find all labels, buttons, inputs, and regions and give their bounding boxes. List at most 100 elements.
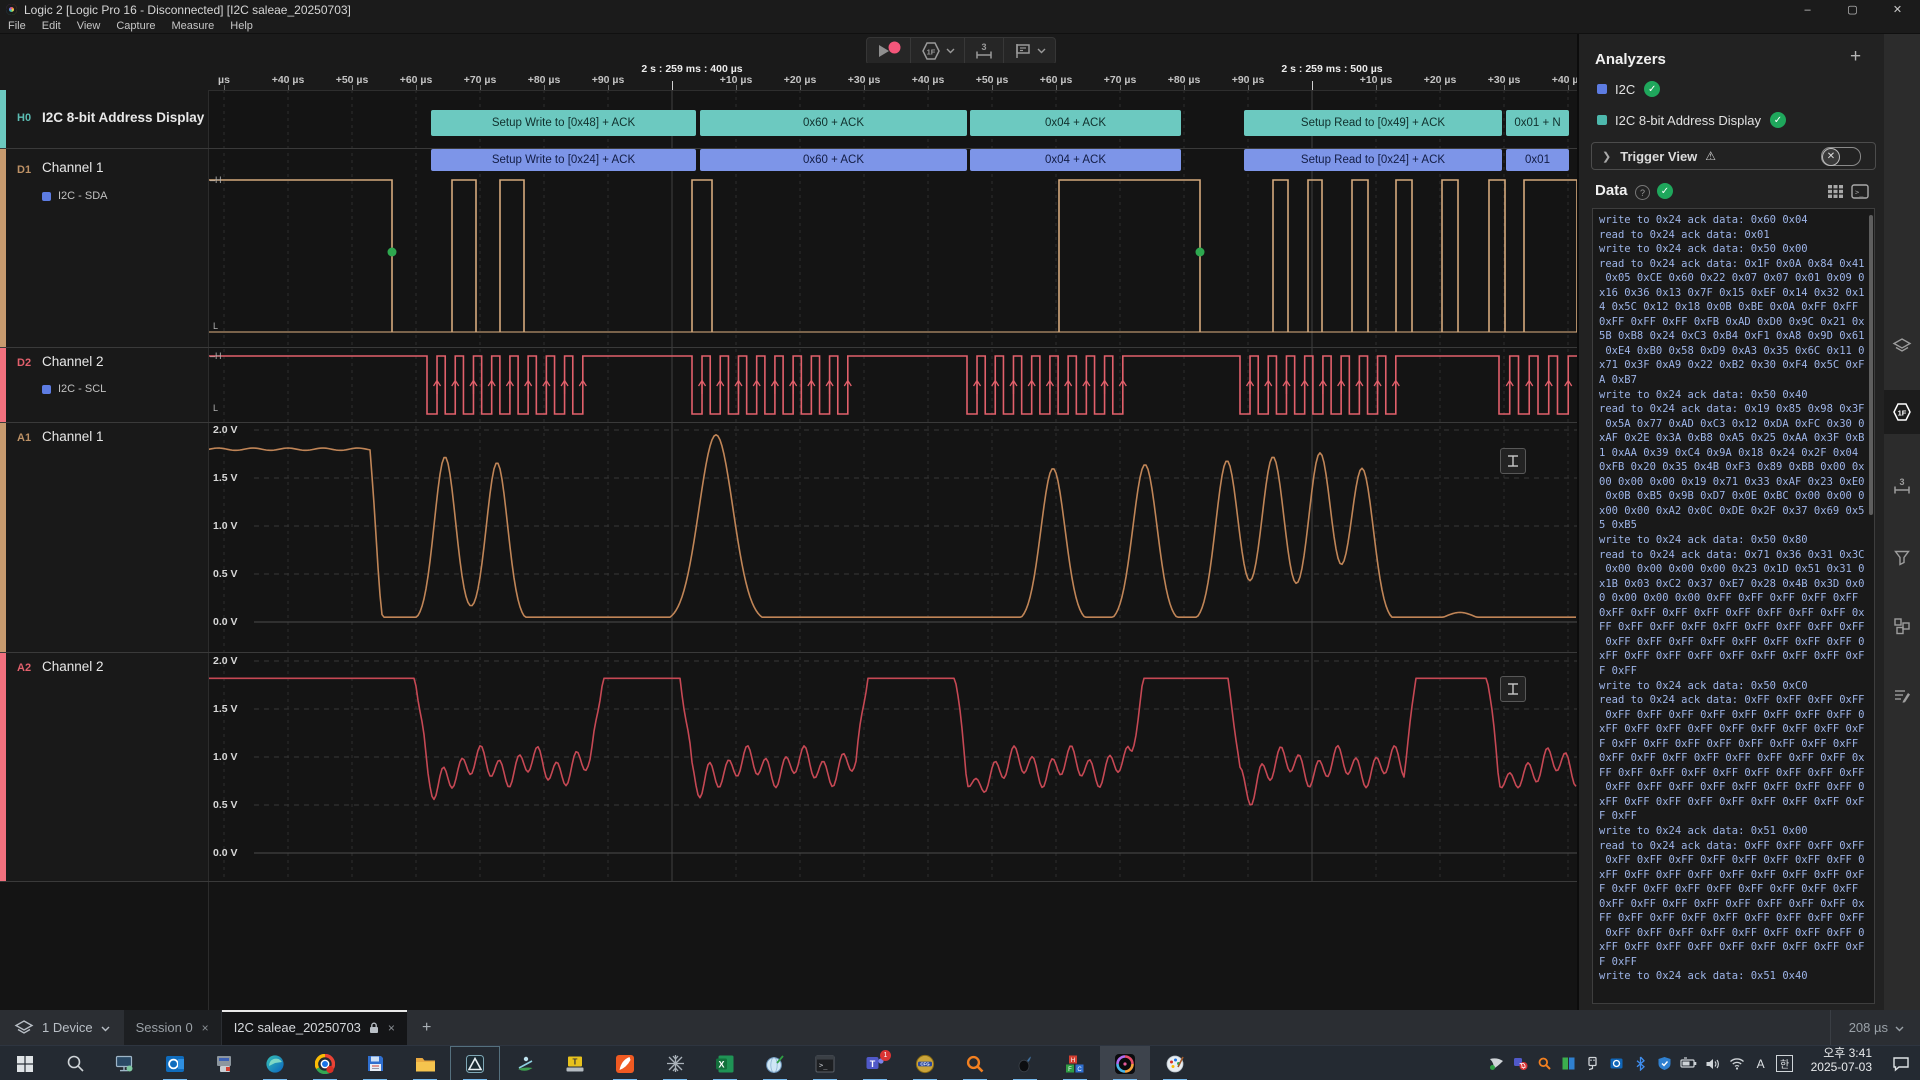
- device-logo-icon[interactable]: [1884, 324, 1920, 368]
- measure-icon[interactable]: 3: [1884, 464, 1920, 508]
- measurement-button[interactable]: 3: [965, 38, 1003, 64]
- data-log-scrollbar-thumb[interactable]: [1869, 215, 1873, 515]
- channel-label-d2[interactable]: D2Channel 2I2C - SCL: [0, 347, 208, 422]
- close-button[interactable]: ✕: [1875, 0, 1920, 19]
- i2c-frame-bar[interactable]: Setup Write to [0x24] + ACK: [431, 149, 696, 171]
- row-separator: [0, 652, 1577, 653]
- channel-label-d1[interactable]: D1Channel 1I2C - SDA: [0, 148, 208, 347]
- minimize-button[interactable]: –: [1785, 0, 1830, 19]
- data-log[interactable]: write to 0x24 ack data: 0x60 0x04 read t…: [1592, 208, 1875, 1004]
- taskbar-app-blocks-app[interactable]: HFC: [1050, 1046, 1100, 1080]
- extensions-icon[interactable]: [1884, 604, 1920, 648]
- channel-label-a1[interactable]: A1Channel 1: [0, 422, 208, 652]
- channel-label-a2[interactable]: A2Channel 2: [0, 652, 208, 881]
- trigger-view-row[interactable]: ❯ Trigger View ⚠ ✕: [1591, 142, 1876, 170]
- maximize-button[interactable]: ▢: [1830, 0, 1875, 19]
- taskbar-app-terminal[interactable]: >_: [800, 1046, 850, 1080]
- taskbar-app-setup-tool[interactable]: [200, 1046, 250, 1080]
- tray-shield-icon[interactable]: [1653, 1056, 1677, 1071]
- menu-measure[interactable]: Measure: [164, 20, 223, 32]
- i2c-frame-bar[interactable]: 0x01: [1506, 149, 1569, 171]
- analyzer-item-i2c[interactable]: I2C✓: [1597, 81, 1660, 97]
- taskbar-app-excel[interactable]: X: [700, 1046, 750, 1080]
- decoded-address-bar[interactable]: 0x04 + ACK: [970, 110, 1181, 136]
- terminal-view-icon[interactable]: >_: [1851, 184, 1869, 204]
- analyzer-item-i2c-8bit-display[interactable]: I2C 8-bit Address Display✓: [1597, 112, 1786, 128]
- record-icon[interactable]: [888, 41, 901, 54]
- display-radix-button[interactable]: 1F: [911, 38, 964, 64]
- table-view-icon[interactable]: [1827, 184, 1844, 204]
- device-selector[interactable]: 1 Device: [0, 1010, 124, 1045]
- decoded-address-bar[interactable]: 0x60 + ACK: [700, 110, 967, 136]
- annotations-icon[interactable]: [1884, 674, 1920, 718]
- tray-ime-han-icon[interactable]: 한: [1773, 1055, 1797, 1072]
- i2c-frame-bar[interactable]: Setup Read to [0x24] + ACK: [1244, 149, 1502, 171]
- analog-measure-button[interactable]: [1500, 676, 1526, 702]
- tray-mail-icon[interactable]: [1605, 1056, 1629, 1071]
- hex-display-icon: 1F: [920, 41, 942, 61]
- hex-display-icon[interactable]: 1F: [1884, 390, 1920, 434]
- menu-edit[interactable]: Edit: [34, 20, 69, 32]
- titlebar: Logic 2 [Logic Pro 16 - Disconnected] [I…: [0, 0, 1920, 19]
- tray-hawk-icon[interactable]: [1485, 1056, 1509, 1071]
- taskbar-app-flash-app[interactable]: [600, 1046, 650, 1080]
- tab-close-icon[interactable]: ×: [202, 1021, 209, 1035]
- menu-file[interactable]: File: [0, 20, 34, 32]
- taskbar-app-chrome[interactable]: [300, 1046, 350, 1080]
- taskbar-app-start[interactable]: [0, 1046, 50, 1080]
- taskbar-app-lens-app[interactable]: [450, 1046, 500, 1080]
- taskbar-app-edge[interactable]: [250, 1046, 300, 1080]
- tray-usb-icon[interactable]: [1581, 1056, 1605, 1071]
- taskbar-app-translator-app[interactable]: T: [550, 1046, 600, 1080]
- tray-teams-badge-icon[interactable]: [1509, 1056, 1533, 1071]
- taskbar-app-logic2[interactable]: [1100, 1046, 1150, 1080]
- chevron-right-icon[interactable]: ❯: [1602, 150, 1611, 163]
- tab-session-0[interactable]: Session 0×: [124, 1010, 221, 1045]
- analog-measure-button[interactable]: [1500, 448, 1526, 474]
- menu-help[interactable]: Help: [222, 20, 261, 32]
- taskbar-app-remote-desktop[interactable]: [100, 1046, 150, 1080]
- help-icon[interactable]: ?: [1635, 185, 1650, 200]
- tray-ime-a-icon[interactable]: A: [1749, 1057, 1773, 1071]
- tab-i2c-saleae-20250703[interactable]: I2C saleae_20250703×: [222, 1010, 407, 1045]
- decoded-address-bar[interactable]: Setup Write to [0x48] + ACK: [431, 110, 696, 136]
- filter-icon[interactable]: [1884, 536, 1920, 580]
- trigger-view-toggle[interactable]: ✕: [1821, 147, 1861, 166]
- annotations-button[interactable]: [1004, 38, 1055, 64]
- taskbar-app-search[interactable]: [50, 1046, 100, 1080]
- tray-search-orange-icon[interactable]: [1533, 1056, 1557, 1071]
- taskbar-app-kayak-app[interactable]: [500, 1046, 550, 1080]
- decoded-address-bar[interactable]: Setup Read to [0x49] + ACK: [1244, 110, 1502, 136]
- decoded-address-bar[interactable]: 0x01 + N: [1506, 110, 1569, 136]
- taskbar-app-snowflake-app[interactable]: [650, 1046, 700, 1080]
- notification-center-icon[interactable]: [1882, 1046, 1920, 1080]
- zoom-level-selector[interactable]: 208 µs: [1830, 1010, 1920, 1045]
- taskbar-app-outlook[interactable]: [150, 1046, 200, 1080]
- tray-bluetooth-icon[interactable]: [1629, 1056, 1653, 1071]
- tray-volume-icon[interactable]: [1701, 1057, 1725, 1071]
- timeline-ruler[interactable]: µs+40 µs+50 µs+60 µs+70 µs+80 µs+90 µs+1…: [0, 63, 1577, 91]
- add-analyzer-button[interactable]: +: [1850, 46, 1861, 68]
- taskbar-app-teams[interactable]: T1: [850, 1046, 900, 1080]
- tray-colors-icon[interactable]: [1557, 1056, 1581, 1071]
- tray-wifi-icon[interactable]: [1725, 1057, 1749, 1070]
- analyzers-title: Analyzers: [1595, 51, 1666, 68]
- tab-close-icon[interactable]: ×: [388, 1021, 395, 1035]
- menu-view[interactable]: View: [69, 20, 109, 32]
- taskbar-app-ink-app[interactable]: [1000, 1046, 1050, 1080]
- tray-battery-icon[interactable]: [1677, 1057, 1701, 1070]
- taskbar-app-paint3d[interactable]: [1150, 1046, 1200, 1080]
- i2c-frame-bar[interactable]: 0x60 + ACK: [700, 149, 967, 171]
- taskbar-app-everything-search[interactable]: [950, 1046, 1000, 1080]
- menu-capture[interactable]: Capture: [108, 20, 163, 32]
- waveform-area[interactable]: 2.0 V1.5 V1.0 V0.5 V0.0 V2.0 V1.5 V1.0 V…: [208, 90, 1577, 1010]
- channel-label-h0[interactable]: H0I2C 8-bit Address Display: [0, 90, 208, 148]
- taskbar-app-backup-tool[interactable]: [350, 1046, 400, 1080]
- taskbar-app-globe-tool[interactable]: [750, 1046, 800, 1080]
- taskbar-app-file-explorer[interactable]: [400, 1046, 450, 1080]
- taskbar-app-cfg-app[interactable]: CFG: [900, 1046, 950, 1080]
- new-tab-button[interactable]: +: [408, 1010, 445, 1045]
- i2c-frame-bar[interactable]: 0x04 + ACK: [970, 149, 1181, 171]
- row-separator: [0, 148, 1577, 149]
- taskbar-clock[interactable]: 오후 3:41 2025-07-03: [1797, 1046, 1882, 1080]
